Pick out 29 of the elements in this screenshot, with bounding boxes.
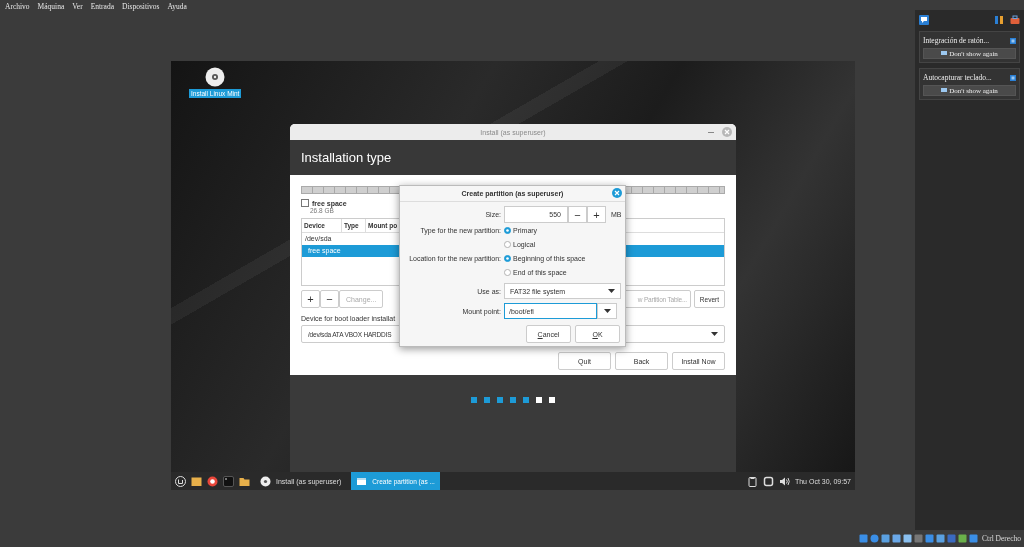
close-icon[interactable]: [1010, 37, 1016, 44]
clipboard-icon[interactable]: [746, 475, 758, 487]
decrement-button[interactable]: −: [568, 206, 587, 223]
minimize-icon[interactable]: [708, 131, 714, 133]
radio-icon[interactable]: [504, 241, 511, 248]
dropdown-button[interactable]: [597, 303, 617, 319]
legend-swatch: [301, 199, 309, 207]
caret-icon[interactable]: [711, 332, 718, 336]
close-icon[interactable]: [612, 188, 622, 198]
volume-icon[interactable]: [778, 475, 790, 487]
radio-icon[interactable]: [504, 255, 511, 262]
close-icon[interactable]: [1010, 74, 1016, 81]
sort-icon[interactable]: [994, 15, 1004, 25]
toolbox-icon[interactable]: [1010, 15, 1020, 25]
window-icon: [356, 475, 368, 487]
caret-icon[interactable]: [608, 289, 615, 293]
square-icon[interactable]: [762, 475, 774, 487]
page-heading: Installation type: [301, 150, 392, 165]
caret-icon[interactable]: [603, 309, 611, 313]
increment-button[interactable]: +: [587, 206, 606, 223]
browser-icon[interactable]: [207, 475, 218, 487]
menu-icon[interactable]: [175, 475, 186, 487]
terminal-icon[interactable]: [223, 475, 234, 487]
disc-icon[interactable]: [205, 67, 226, 87]
add-button[interactable]: +: [301, 290, 320, 308]
radio-icon[interactable]: [504, 227, 511, 234]
radio-icon[interactable]: [504, 269, 511, 276]
remove-button[interactable]: −: [320, 290, 339, 308]
disc-icon: [260, 475, 271, 487]
